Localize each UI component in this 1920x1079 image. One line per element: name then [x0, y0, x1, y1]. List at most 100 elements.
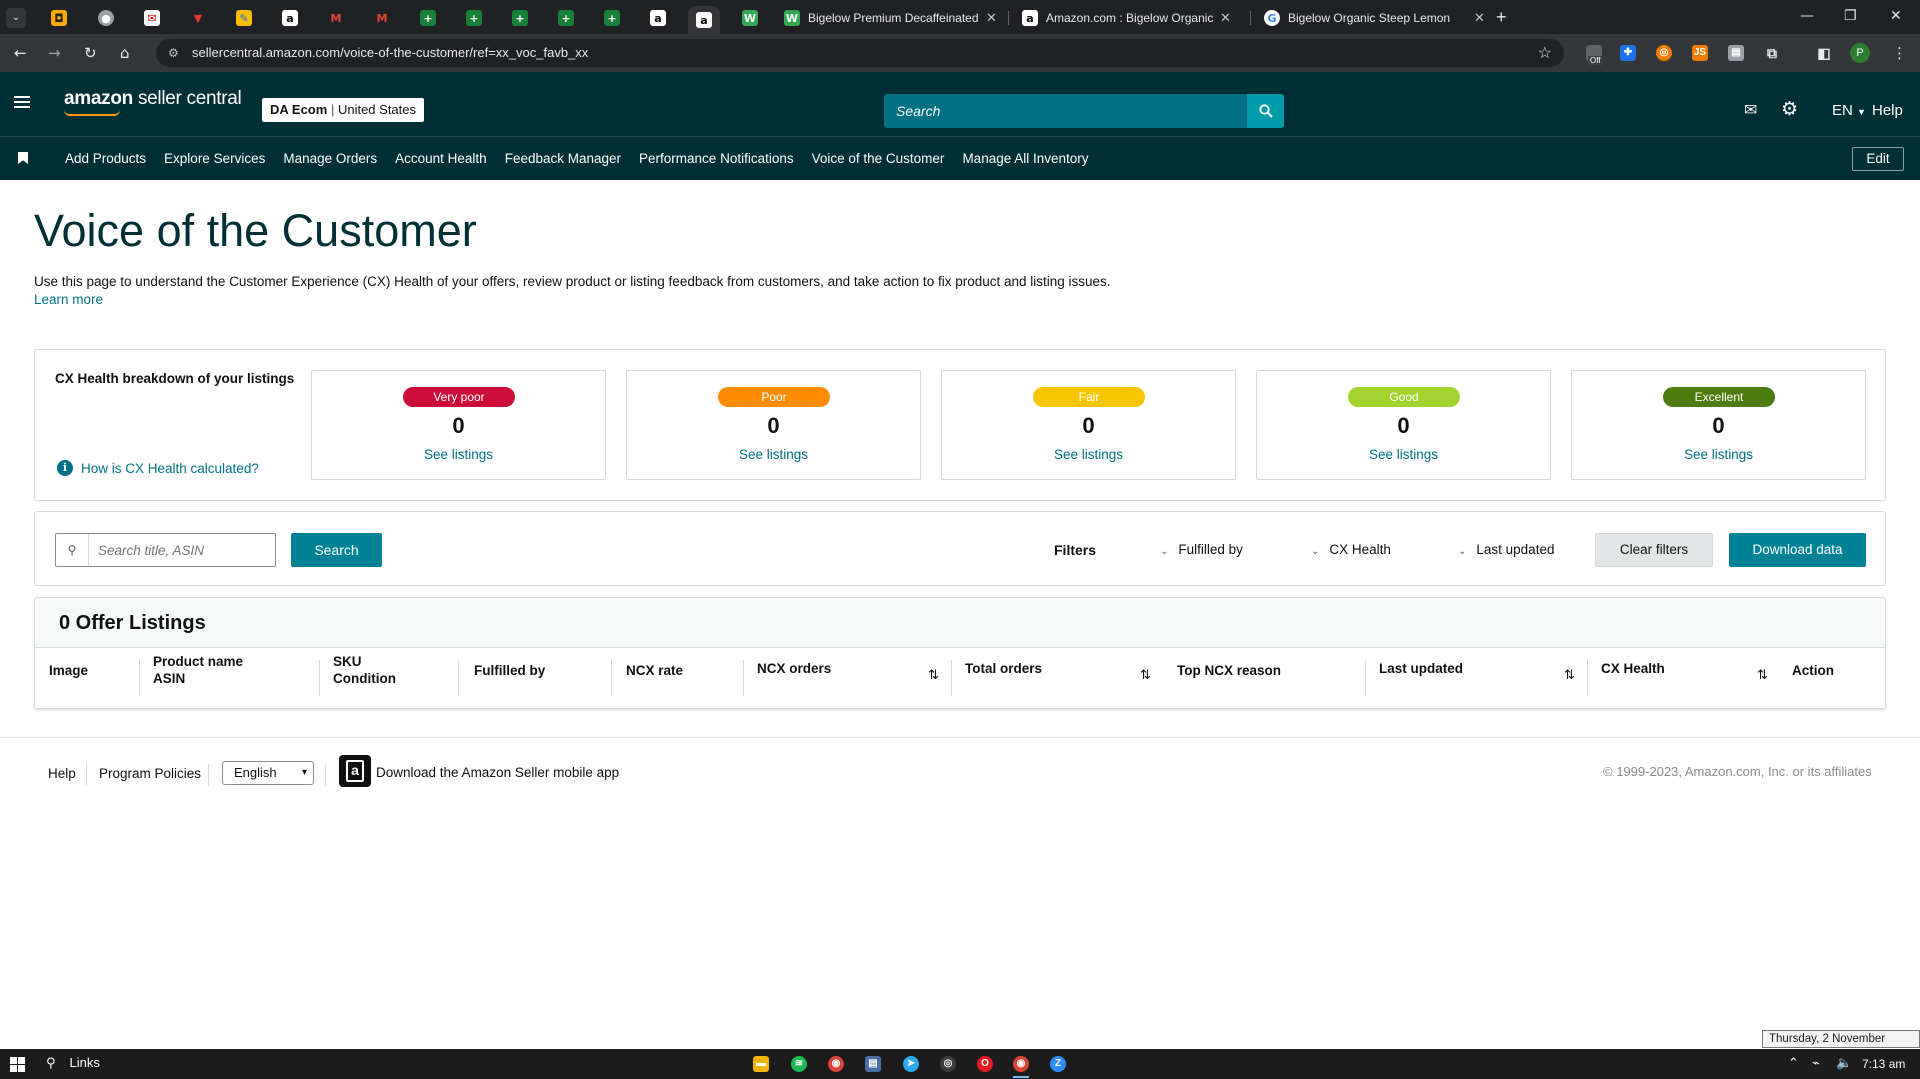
pinned-tab[interactable]: + [550, 6, 582, 30]
pinned-tab[interactable]: ✎ [228, 6, 260, 30]
gear-icon[interactable]: ⚙ [1781, 98, 1798, 120]
pinned-tab[interactable]: ● [90, 6, 122, 30]
obs-icon[interactable]: ◎ [940, 1056, 956, 1072]
bookmark-star-icon[interactable]: ☆ [1538, 43, 1552, 63]
pinned-tab[interactable]: a [642, 6, 674, 30]
sort-icon[interactable]: ⇅ [1564, 668, 1575, 683]
mail-icon[interactable]: ✉ [1744, 100, 1757, 119]
see-listings-link[interactable]: See listings [1257, 447, 1550, 462]
close-tab-icon[interactable]: ✕ [986, 10, 997, 26]
nav-manage-all-inventory[interactable]: Manage All Inventory [962, 151, 1088, 166]
listing-search-button[interactable]: Search [291, 533, 382, 567]
nav-feedback-manager[interactable]: Feedback Manager [505, 151, 621, 166]
sort-icon[interactable]: ⇅ [1140, 668, 1151, 683]
pinned-tab[interactable]: M [366, 6, 398, 30]
listing-search-input[interactable] [90, 534, 274, 566]
url-text[interactable]: sellercentral.amazon.com/voice-of-the-cu… [192, 45, 588, 60]
seller-central-logo[interactable]: amazon seller central [64, 88, 242, 116]
network-icon[interactable]: ⌁ [1812, 1056, 1820, 1071]
account-switcher[interactable]: DA Ecom | United States [262, 98, 424, 122]
taskbar-search[interactable]: ⚲ Links [46, 1055, 100, 1071]
pinned-tab[interactable]: W [734, 6, 766, 30]
header-search-input[interactable]: Search [884, 94, 1247, 128]
pinned-tab[interactable]: ◘ [43, 6, 75, 30]
header-search-button[interactable] [1247, 94, 1284, 128]
site-info-icon[interactable]: ⚙ [168, 46, 182, 60]
volume-icon[interactable]: 🔈 [1836, 1056, 1852, 1071]
pinned-tab[interactable]: + [458, 6, 490, 30]
close-tab-icon[interactable]: ✕ [1220, 10, 1231, 26]
sort-icon[interactable]: ⇅ [1757, 668, 1768, 683]
notepad-icon[interactable]: ▤ [865, 1056, 881, 1072]
download-data-button[interactable]: Download data [1729, 533, 1866, 567]
extension-icon[interactable]: ▤ [1728, 45, 1744, 61]
chrome-icon[interactable]: ◉ [828, 1056, 844, 1072]
nav-manage-orders[interactable]: Manage Orders [283, 151, 377, 166]
pinned-tab-active[interactable]: a [688, 6, 720, 34]
pinned-tab[interactable]: M [320, 6, 352, 30]
extension-icon[interactable]: ✚ [1620, 45, 1636, 61]
opera-icon[interactable]: O [977, 1056, 993, 1072]
language-selector[interactable]: EN ▼ [1832, 102, 1866, 119]
restore-icon[interactable]: ❐ [1844, 8, 1857, 24]
browser-tab[interactable]: G Bigelow Organic Steep Lemon ✕ [1256, 6, 1493, 30]
chevron-up-icon[interactable]: ⌃ [1788, 1056, 1799, 1071]
see-listings-link[interactable]: See listings [627, 447, 920, 462]
extension-icon[interactable]: JS [1692, 45, 1708, 61]
pinned-tab[interactable]: + [412, 6, 444, 30]
profile-avatar[interactable]: P [1850, 43, 1870, 63]
extension-icon[interactable]: ◎ [1656, 45, 1672, 61]
browser-menu-icon[interactable]: ⋮ [1892, 44, 1907, 62]
omnibox[interactable]: ⚙ sellercentral.amazon.com/voice-of-the-… [156, 39, 1564, 67]
seller-app-icon[interactable]: a [339, 755, 371, 787]
footer-program-policies-link[interactable]: Program Policies [99, 766, 201, 781]
puzzle-extensions-icon[interactable]: ⧉ [1764, 45, 1780, 61]
see-listings-link[interactable]: See listings [942, 447, 1235, 462]
back-icon[interactable]: ← [14, 44, 27, 62]
footer-help-link[interactable]: Help [48, 766, 76, 781]
spotify-icon[interactable]: ≋ [791, 1056, 807, 1072]
nav-account-health[interactable]: Account Health [395, 151, 487, 166]
close-tab-icon[interactable]: ✕ [1474, 10, 1485, 26]
pinned-tab[interactable]: + [504, 6, 536, 30]
new-tab-icon[interactable]: + [1496, 8, 1507, 26]
nav-voice-of-the-customer[interactable]: Voice of the Customer [812, 151, 945, 166]
cx-health-how-link[interactable]: i How is CX Health calculated? [57, 460, 259, 476]
minimize-icon[interactable]: — [1800, 8, 1814, 24]
last-updated-dropdown[interactable]: ⌄ Last updated [1458, 542, 1554, 557]
see-listings-link[interactable]: See listings [1572, 447, 1865, 462]
download-app-link[interactable]: Download the Amazon Seller mobile app [376, 765, 619, 780]
pinned-tab[interactable]: ▼ [182, 6, 214, 30]
home-icon[interactable]: ⌂ [120, 44, 130, 62]
zoom-icon[interactable]: Z [1050, 1056, 1066, 1072]
file-explorer-icon[interactable]: ▬ [753, 1056, 769, 1072]
taskbar-time[interactable]: 7:13 am [1862, 1057, 1905, 1071]
see-listings-link[interactable]: See listings [312, 447, 605, 462]
nav-performance-notifications[interactable]: Performance Notifications [639, 151, 794, 166]
browser-tab[interactable]: W Bigelow Premium Decaffeinated ✕ [776, 6, 1005, 30]
sort-icon[interactable]: ⇅ [928, 668, 939, 683]
browser-tab[interactable]: a Amazon.com : Bigelow Organic ✕ [1014, 6, 1239, 30]
edit-nav-button[interactable]: Edit [1852, 147, 1904, 171]
nav-explore-services[interactable]: Explore Services [164, 151, 265, 166]
cx-health-dropdown[interactable]: ⌄ CX Health [1311, 542, 1391, 557]
footer-language-select[interactable]: English ▾ [222, 761, 314, 785]
pinned-tab[interactable]: ✉ [136, 6, 168, 30]
pinned-tab[interactable]: a [274, 6, 306, 30]
fulfilled-by-dropdown[interactable]: ⌄ Fulfilled by [1160, 542, 1243, 557]
reload-icon[interactable]: ↻ [84, 44, 97, 62]
pinned-tab[interactable]: + [596, 6, 628, 30]
side-panel-icon[interactable]: ◧ [1816, 45, 1832, 61]
tab-search-chevron-icon[interactable]: ⌄ [6, 8, 26, 28]
clear-filters-button[interactable]: Clear filters [1595, 533, 1713, 567]
chrome-icon[interactable]: ◉ [1013, 1056, 1029, 1072]
close-window-icon[interactable]: ✕ [1890, 8, 1902, 24]
hamburger-menu-icon[interactable] [14, 96, 30, 108]
forward-icon[interactable]: → [48, 44, 61, 62]
telegram-icon[interactable]: ➤ [903, 1056, 919, 1072]
windows-start-icon[interactable] [10, 1057, 25, 1072]
nav-add-products[interactable]: Add Products [65, 151, 146, 166]
learn-more-link[interactable]: Learn more [34, 292, 103, 307]
bookmark-icon[interactable] [18, 152, 28, 164]
help-link[interactable]: Help [1872, 102, 1903, 119]
